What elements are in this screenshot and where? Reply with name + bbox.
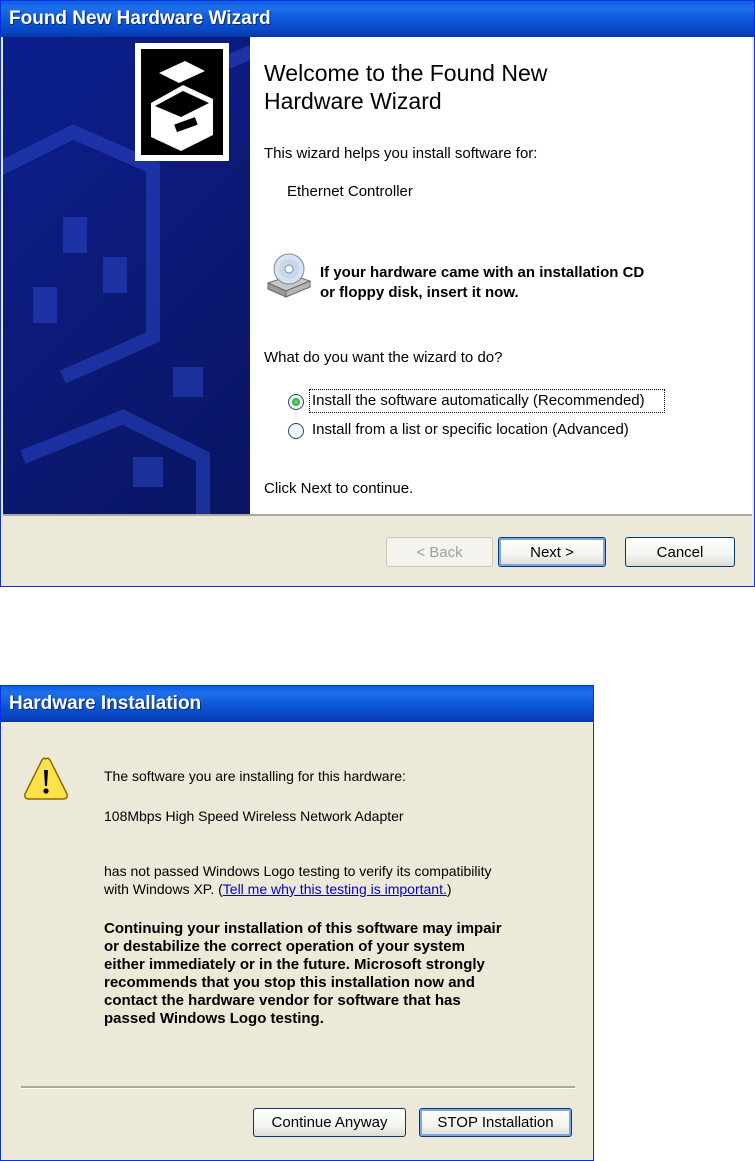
wizard-content: Welcome to the Found New Hardware Wizard… [250, 37, 752, 514]
wizard-intro: This wizard helps you install software f… [264, 145, 538, 162]
footer-separator [3, 514, 752, 516]
continue-anyway-button[interactable]: Continue Anyway [253, 1108, 406, 1137]
found-new-hardware-wizard-window: Found New Hardware Wizard Welcome to the… [0, 0, 755, 587]
insert-cd-line-1: If your hardware came with an installati… [320, 264, 645, 281]
hardware-box-icon [135, 43, 229, 161]
heading-line-2: Hardware Wizard [264, 88, 442, 114]
warning-icon [24, 757, 68, 800]
warning-message: Continuing your installation of this sof… [104, 920, 574, 1028]
cancel-button[interactable]: Cancel [625, 537, 735, 567]
logo-testing-line-1: has not passed Windows Logo testing to v… [104, 863, 492, 879]
stop-installation-button[interactable]: STOP Installation [419, 1108, 572, 1137]
window-title: Hardware Installation [1, 686, 593, 722]
window-title: Found New Hardware Wizard [1, 1, 754, 37]
radio-install-automatic[interactable] [288, 394, 304, 410]
logo-testing-line-2-prefix: with Windows XP. ( [104, 881, 223, 897]
warning-line-3: either immediately or in the future. Mic… [104, 956, 485, 973]
wizard-banner [3, 37, 250, 514]
why-testing-link[interactable]: Tell me why this testing is important. [223, 881, 447, 897]
hardware-installation-window: Hardware Installation The software you a… [0, 685, 594, 1161]
logo-testing-line-2-suffix: ) [446, 881, 452, 897]
option-install-from-list-label[interactable]: Install from a list or specific location… [312, 421, 629, 438]
heading-line-1: Welcome to the Found New [264, 60, 548, 86]
wizard-question: What do you want the wizard to do? [264, 349, 503, 366]
option-install-automatic-label[interactable]: Install the software automatically (Reco… [312, 392, 645, 409]
warning-line-6: passed Windows Logo testing. [104, 1010, 324, 1027]
next-button[interactable]: Next > [498, 537, 606, 567]
cd-drive-icon [266, 253, 312, 298]
insert-cd-message: If your hardware came with an installati… [320, 263, 644, 303]
radio-install-from-list[interactable] [288, 423, 304, 439]
back-button[interactable]: < Back [386, 537, 493, 567]
device-name: 108Mbps High Speed Wireless Network Adap… [104, 808, 404, 824]
warning-line-1: Continuing your installation of this sof… [104, 920, 502, 937]
insert-cd-line-2: or floppy disk, insert it now. [320, 284, 519, 301]
continue-instruction: Click Next to continue. [264, 480, 414, 497]
warning-line-4: recommends that you stop this installati… [104, 974, 475, 991]
install-intro: The software you are installing for this… [104, 768, 406, 784]
warning-line-2: or destabilize the correct operation of … [104, 938, 465, 955]
banner-decoration [3, 43, 250, 514]
logo-testing-line-2: with Windows XP. (Tell me why this testi… [104, 881, 452, 897]
warning-line-5: contact the hardware vendor for software… [104, 992, 461, 1009]
dialog-separator [21, 1086, 575, 1089]
wizard-heading: Welcome to the Found New Hardware Wizard [264, 59, 684, 115]
device-name: Ethernet Controller [287, 183, 413, 200]
